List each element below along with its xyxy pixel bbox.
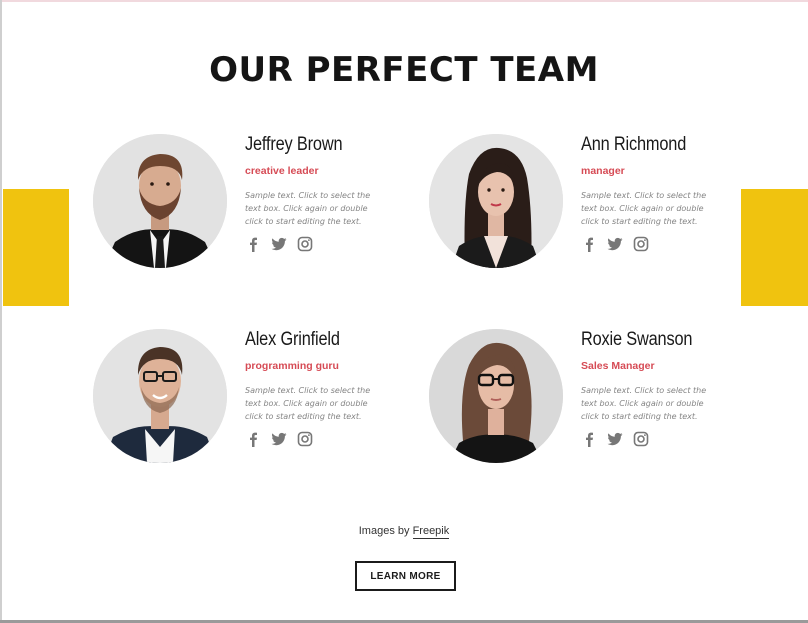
- social-links: [245, 236, 313, 252]
- member-role: Sales Manager: [581, 360, 655, 372]
- member-description[interactable]: Sample text. Click to select the text bo…: [581, 189, 721, 228]
- social-links: [245, 431, 313, 447]
- team-member-card-roxie: Roxie Swanson Sales Manager Sample text.…: [429, 329, 729, 469]
- portrait-woman-glasses: [429, 329, 563, 463]
- image-credit: Images by Freepik: [0, 525, 808, 539]
- twitter-icon[interactable]: [607, 431, 623, 447]
- twitter-icon[interactable]: [271, 236, 287, 252]
- member-name: Alex Grinfield: [245, 329, 340, 350]
- member-role: manager: [581, 165, 625, 177]
- member-photo: [429, 134, 563, 268]
- facebook-icon[interactable]: [581, 431, 597, 447]
- twitter-icon[interactable]: [607, 236, 623, 252]
- team-member-card-jeffrey: Jeffrey Brown creative leader Sample tex…: [93, 134, 393, 274]
- team-member-card-alex: Alex Grinfield programming guru Sample t…: [93, 329, 393, 469]
- portrait-man-glasses: [93, 329, 227, 463]
- member-role: creative leader: [245, 165, 319, 177]
- member-description[interactable]: Sample text. Click to select the text bo…: [245, 189, 385, 228]
- freepik-link[interactable]: Freepik: [412, 525, 450, 539]
- member-name: Jeffrey Brown: [245, 134, 343, 155]
- social-links: [581, 236, 649, 252]
- frame-top-border: [0, 0, 808, 2]
- facebook-icon[interactable]: [245, 431, 261, 447]
- member-photo: [93, 134, 227, 268]
- instagram-icon[interactable]: [633, 236, 649, 252]
- instagram-icon[interactable]: [633, 431, 649, 447]
- learn-more-button[interactable]: LEARN MORE: [355, 561, 456, 591]
- instagram-icon[interactable]: [297, 236, 313, 252]
- member-photo: [429, 329, 563, 463]
- team-member-card-ann: Ann Richmond manager Sample text. Click …: [429, 134, 729, 274]
- member-description[interactable]: Sample text. Click to select the text bo…: [245, 384, 385, 423]
- twitter-icon[interactable]: [271, 431, 287, 447]
- facebook-icon[interactable]: [245, 236, 261, 252]
- member-role: programming guru: [245, 360, 339, 372]
- facebook-icon[interactable]: [581, 236, 597, 252]
- member-description[interactable]: Sample text. Click to select the text bo…: [581, 384, 721, 423]
- section-title: OUR PERFECT TEAM: [209, 50, 599, 90]
- social-links: [581, 431, 649, 447]
- member-photo: [93, 329, 227, 463]
- accent-block-right: [741, 189, 808, 306]
- accent-block-left: [3, 189, 69, 306]
- credit-prefix: Images by: [358, 525, 410, 537]
- portrait-man-beard: [93, 134, 227, 268]
- member-name: Roxie Swanson: [581, 329, 693, 350]
- portrait-woman-dark-hair: [429, 134, 563, 268]
- instagram-icon[interactable]: [297, 431, 313, 447]
- member-name: Ann Richmond: [581, 134, 687, 155]
